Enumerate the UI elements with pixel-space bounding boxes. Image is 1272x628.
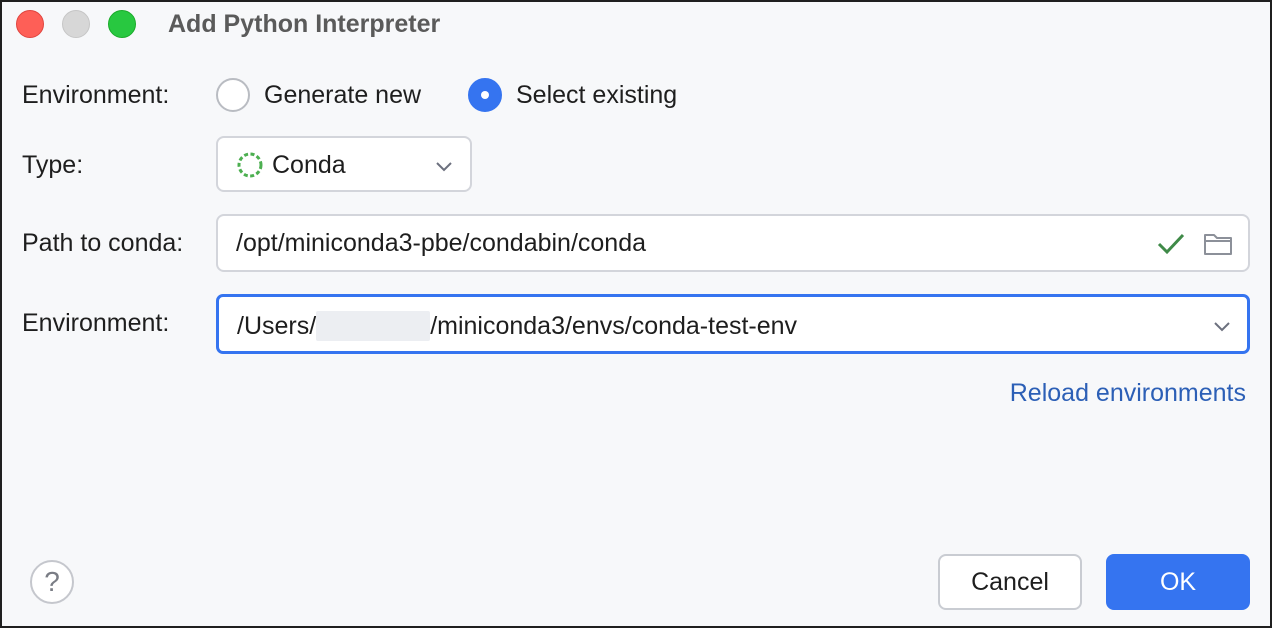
environment-path-prefix: /Users/ [237, 312, 317, 340]
generate-new-radio[interactable] [216, 78, 250, 112]
select-existing-radio[interactable] [468, 78, 502, 112]
chevron-down-icon [1214, 322, 1230, 332]
reload-environments-link[interactable]: Reload environments [1010, 378, 1246, 408]
environment-path-suffix: /miniconda3/envs/conda-test-env [430, 312, 798, 340]
generate-new-label[interactable]: Generate new [264, 80, 421, 110]
select-existing-label[interactable]: Select existing [516, 80, 677, 110]
chevron-down-icon [436, 162, 452, 172]
path-to-conda-label: Path to conda: [22, 229, 184, 257]
type-label: Type: [22, 151, 84, 179]
path-to-conda-value: /opt/miniconda3-pbe/condabin/conda [236, 229, 647, 257]
add-python-interpreter-dialog: Add Python Interpreter Environment: Gene… [0, 0, 1272, 628]
check-icon [1157, 233, 1185, 255]
type-value: Conda [272, 151, 346, 179]
minimize-window-button[interactable] [62, 10, 90, 38]
redacted-username [316, 311, 431, 341]
environment-value: /Users/ /miniconda3/envs/conda-test-env [237, 311, 797, 341]
title-bar: Add Python Interpreter [2, 2, 1270, 48]
type-combobox[interactable]: Conda [216, 136, 472, 192]
close-window-button[interactable] [16, 10, 44, 38]
environment-label: Environment: [22, 309, 170, 337]
conda-icon [237, 152, 263, 178]
path-to-conda-field[interactable]: /opt/miniconda3-pbe/condabin/conda [216, 214, 1250, 272]
environment-mode-label: Environment: [22, 81, 170, 109]
help-icon[interactable]: ? [30, 560, 74, 604]
dialog-title: Add Python Interpreter [168, 10, 441, 38]
environment-combobox[interactable]: /Users/ /miniconda3/envs/conda-test-env [216, 294, 1250, 354]
maximize-window-button[interactable] [108, 10, 136, 38]
cancel-button[interactable]: Cancel [938, 554, 1082, 610]
ok-button[interactable]: OK [1106, 554, 1250, 610]
folder-icon[interactable] [1202, 230, 1234, 258]
